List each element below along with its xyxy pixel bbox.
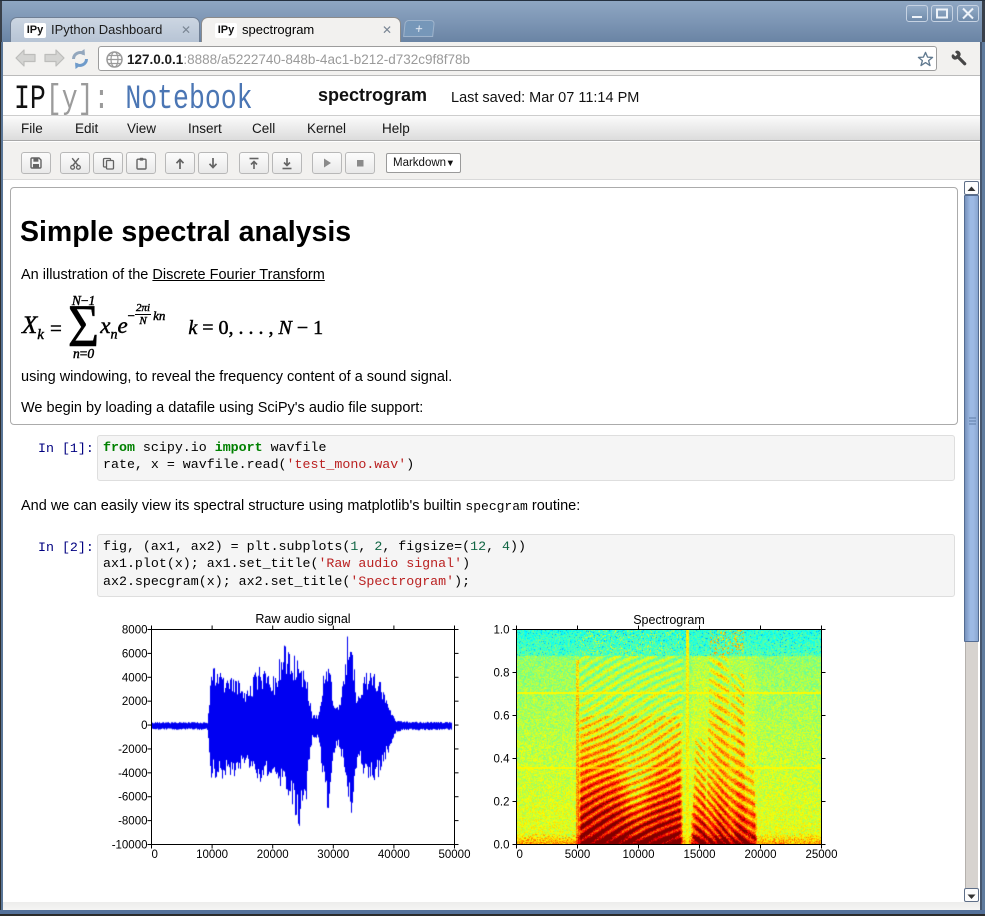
svg-text:0.0: 0.0 — [494, 840, 510, 852]
svg-text:-6000: -6000 — [118, 792, 147, 804]
svg-text:20000: 20000 — [745, 849, 777, 861]
svg-text:-4000: -4000 — [118, 768, 147, 780]
svg-text:20000: 20000 — [257, 849, 289, 861]
svg-text:0: 0 — [152, 849, 158, 861]
svg-text:2000: 2000 — [122, 696, 148, 708]
svg-text:10000: 10000 — [196, 849, 228, 861]
svg-text:0.8: 0.8 — [494, 668, 510, 680]
svg-text:0: 0 — [141, 720, 147, 732]
svg-text:4000: 4000 — [122, 672, 148, 684]
svg-text:0.4: 0.4 — [494, 754, 511, 766]
svg-text:15000: 15000 — [684, 849, 716, 861]
svg-text:5000: 5000 — [565, 849, 591, 861]
svg-text:6000: 6000 — [122, 648, 148, 660]
svg-text:-10000: -10000 — [112, 840, 148, 852]
svg-text:0.2: 0.2 — [494, 797, 510, 809]
svg-text:-2000: -2000 — [118, 744, 147, 756]
svg-text:-8000: -8000 — [118, 816, 147, 828]
svg-text:30000: 30000 — [317, 849, 349, 861]
svg-text:10000: 10000 — [623, 849, 655, 861]
svg-text:25000: 25000 — [806, 849, 838, 861]
svg-text:Spectrogram: Spectrogram — [633, 613, 705, 627]
svg-text:0: 0 — [517, 849, 523, 861]
svg-text:50000: 50000 — [439, 849, 471, 861]
svg-text:Raw audio signal: Raw audio signal — [255, 612, 350, 626]
svg-text:1.0: 1.0 — [494, 625, 510, 637]
svg-text:40000: 40000 — [378, 849, 410, 861]
svg-text:8000: 8000 — [122, 625, 148, 637]
svg-text:0.6: 0.6 — [494, 711, 510, 723]
